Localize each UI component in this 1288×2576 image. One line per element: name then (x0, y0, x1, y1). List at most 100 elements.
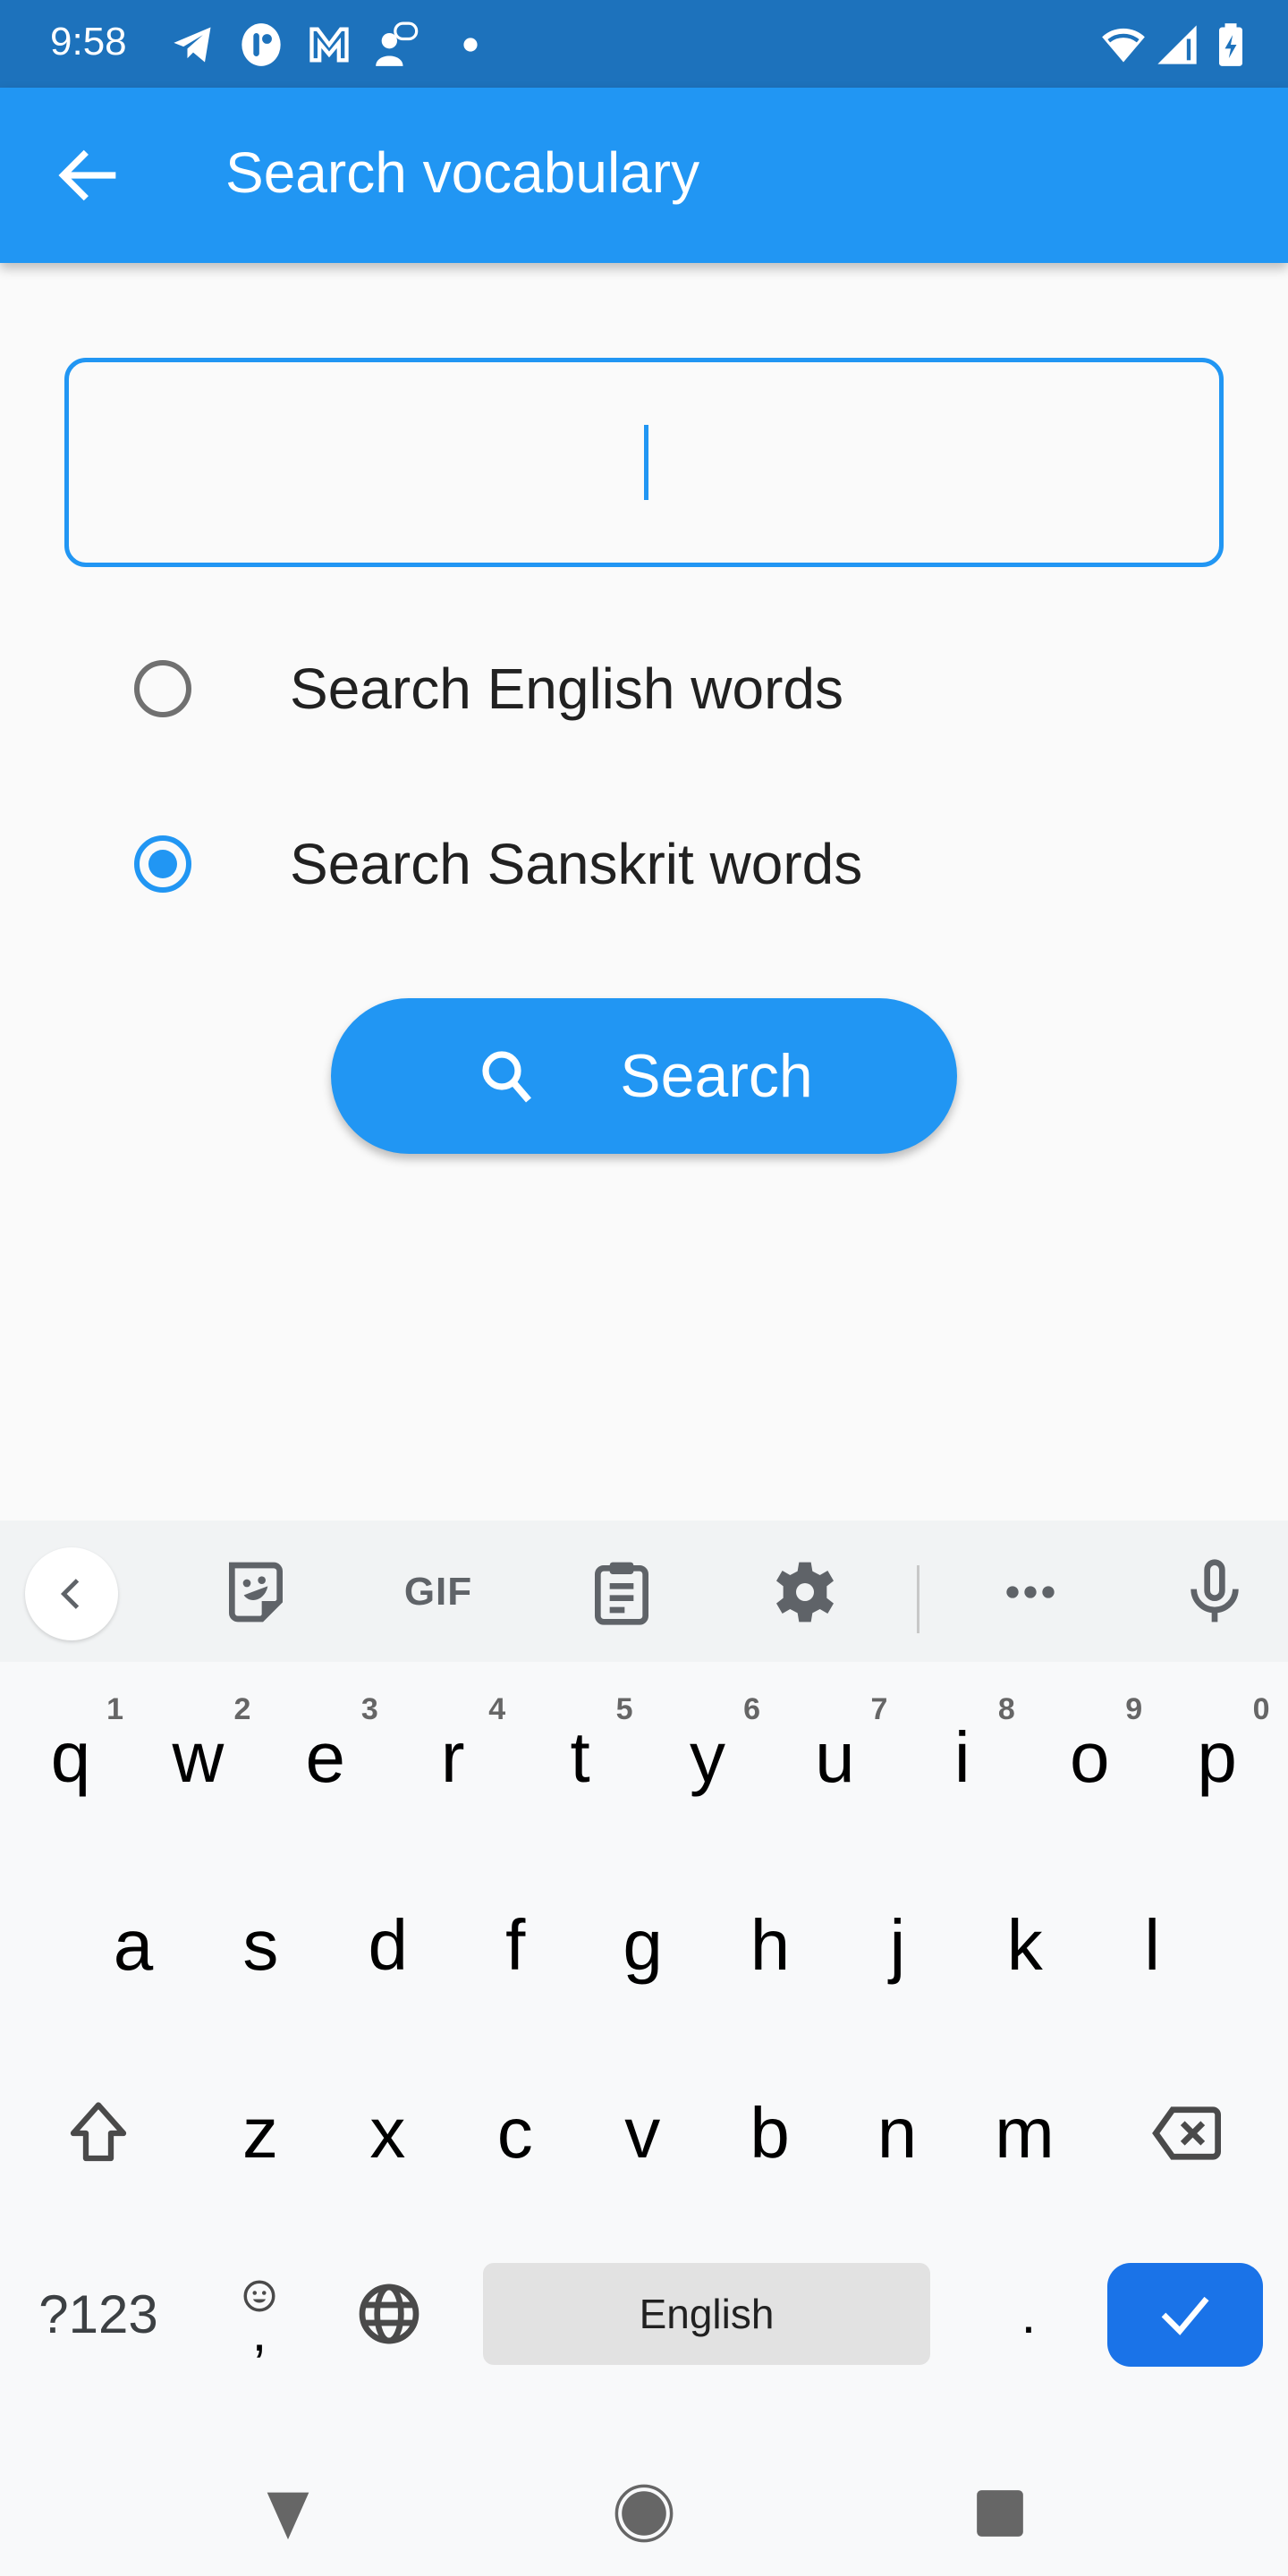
key-w[interactable]: w2 (134, 1690, 261, 1825)
key-p[interactable]: p0 (1154, 1690, 1281, 1825)
gear-icon (776, 1562, 834, 1623)
key-b[interactable]: b (707, 2066, 834, 2200)
nav-recents-square-icon (977, 2490, 1023, 2537)
key-label: y (690, 1717, 725, 1797)
search-button[interactable]: Search (331, 998, 957, 1154)
sticker-button[interactable] (211, 1547, 301, 1637)
key-label: u (815, 1717, 855, 1797)
space-key[interactable]: English (483, 2263, 930, 2365)
key-label: o (1069, 1717, 1110, 1797)
arrow-back-icon (58, 149, 116, 201)
status-time: 9:58 (50, 20, 127, 64)
enter-key[interactable] (1107, 2263, 1263, 2367)
key-label: w (172, 1717, 225, 1797)
nav-back-button[interactable] (243, 2469, 333, 2558)
key-t[interactable]: t5 (517, 1690, 644, 1825)
key-e[interactable]: e3 (262, 1690, 389, 1825)
collapse-toolbar-button[interactable] (25, 1547, 118, 1640)
key-hint: 0 (1252, 1692, 1270, 1726)
key-hint: 1 (106, 1692, 123, 1726)
key-label: r (440, 1717, 465, 1797)
key-n[interactable]: n (834, 2066, 961, 2200)
settings-button[interactable] (760, 1547, 850, 1637)
key-hint: 5 (615, 1692, 633, 1726)
more-dot-icon (463, 38, 478, 52)
clipboard-button[interactable] (577, 1547, 666, 1637)
search-icon (482, 1051, 532, 1103)
key-m[interactable]: m (961, 2066, 1088, 2200)
key-r[interactable]: r4 (389, 1690, 516, 1825)
chevron-left-icon (60, 1579, 80, 1609)
key-u[interactable]: u7 (771, 1690, 898, 1825)
radio-label: Search Sanskrit words (290, 832, 863, 896)
key-j[interactable]: j (834, 1878, 961, 2012)
backspace-icon (1152, 2106, 1221, 2160)
key-label: e (305, 1717, 346, 1797)
key-label: q (50, 1717, 91, 1797)
key-hint: 4 (488, 1692, 506, 1726)
more-horiz-icon (1006, 1586, 1055, 1598)
key-hint: 6 (743, 1692, 760, 1726)
shift-icon (70, 2102, 127, 2162)
key-label: p (1197, 1717, 1237, 1797)
language-key[interactable] (340, 2254, 438, 2374)
key-d[interactable]: d (325, 1878, 452, 2012)
gmail-icon (309, 27, 349, 63)
key-z[interactable]: z (197, 2066, 324, 2200)
key-k[interactable]: k (962, 1878, 1089, 2012)
key-i[interactable]: i8 (899, 1690, 1026, 1825)
period-key[interactable]: . (984, 2254, 1073, 2374)
key-label: i (953, 1717, 970, 1797)
search-input[interactable] (64, 358, 1224, 567)
telegram-icon (174, 27, 211, 63)
key-f[interactable]: f (452, 1878, 579, 2012)
radio-button-checked[interactable] (134, 835, 191, 893)
toolbar-divider (917, 1565, 919, 1633)
radio-option-english[interactable]: Search English words (134, 635, 1029, 742)
status-bar: 9:58 (0, 0, 1288, 88)
nav-home-circle-icon (614, 2484, 674, 2543)
chat-support-icon (376, 21, 419, 66)
battery-charging-icon (1219, 23, 1242, 66)
app-icon (242, 23, 281, 66)
key-v[interactable]: v (579, 2066, 706, 2200)
mic-icon (1191, 1559, 1239, 1623)
keyboard-toolbar: GIF (0, 1521, 1288, 1662)
key-q[interactable]: q1 (7, 1690, 134, 1825)
key-l[interactable]: l (1089, 1878, 1216, 2012)
backspace-key[interactable] (1123, 2075, 1249, 2191)
key-x[interactable]: x (324, 2066, 451, 2200)
comma-emoji-key[interactable]: , (215, 2254, 304, 2374)
shift-key[interactable] (36, 2075, 161, 2191)
signal-icon (1157, 25, 1197, 64)
gif-label: GIF (403, 1570, 473, 1614)
voice-input-button[interactable] (1170, 1547, 1259, 1637)
radio-button-unchecked[interactable] (134, 660, 191, 717)
nav-back-triangle-icon (267, 2492, 309, 2540)
key-o[interactable]: o9 (1026, 1690, 1153, 1825)
key-label: t (570, 1717, 590, 1797)
key-g[interactable]: g (580, 1878, 707, 2012)
page-title: Search vocabulary (225, 140, 700, 205)
nav-recents-button[interactable] (955, 2469, 1045, 2558)
checkmark-icon (1161, 2296, 1209, 2335)
clipboard-icon (595, 1562, 648, 1625)
radio-label: Search English words (290, 657, 843, 721)
back-button[interactable] (50, 136, 129, 215)
comma-label: , (251, 2302, 267, 2362)
key-a[interactable]: a (70, 1878, 197, 2012)
more-button[interactable] (986, 1547, 1075, 1637)
gif-button[interactable]: GIF (394, 1547, 483, 1637)
key-hint: 3 (360, 1692, 378, 1726)
nav-home-button[interactable] (599, 2469, 689, 2558)
key-hint: 7 (870, 1692, 888, 1726)
key-h[interactable]: h (707, 1878, 834, 2012)
symbols-key[interactable]: ?123 (27, 2254, 170, 2374)
key-s[interactable]: s (197, 1878, 324, 2012)
key-hint: 8 (997, 1692, 1015, 1726)
key-c[interactable]: c (452, 2066, 579, 2200)
wifi-icon (1102, 28, 1145, 63)
navigation-bar (0, 2442, 1288, 2576)
key-y[interactable]: y6 (644, 1690, 771, 1825)
radio-option-sanskrit[interactable]: Search Sanskrit words (134, 810, 1029, 918)
